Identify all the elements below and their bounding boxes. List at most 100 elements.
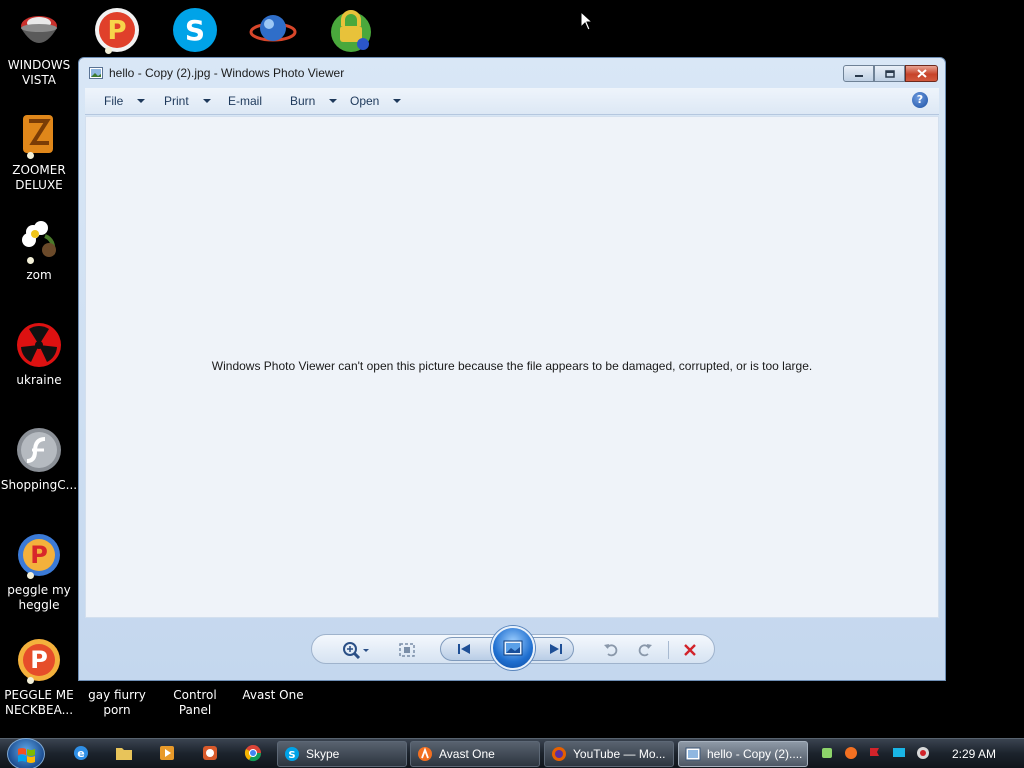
- menu-file-label: File: [104, 94, 124, 108]
- desktop-icon-label: zom: [26, 268, 52, 282]
- overlay-dot: [27, 677, 34, 684]
- next-button[interactable]: [547, 640, 565, 658]
- chevron-down-icon: [329, 99, 338, 103]
- taskbar-button-avast[interactable]: Avast One: [410, 741, 540, 767]
- title-bar[interactable]: hello - Copy (2).jpg - Windows Photo Vie…: [79, 58, 945, 88]
- desktop-icon-peggle-me-neckbea[interactable]: P PEGGLE ME NECKBEA...: [0, 636, 78, 718]
- svg-text:P: P: [30, 646, 48, 674]
- radiation-icon: [15, 321, 63, 369]
- zoomer-icon: [15, 111, 63, 159]
- svg-text:P: P: [107, 16, 126, 46]
- windows-logo-icon: [18, 748, 35, 763]
- volume-icon[interactable]: [916, 746, 930, 760]
- svg-text:P: P: [30, 541, 48, 569]
- svg-text:e: e: [77, 747, 84, 760]
- menu-bar: File Print E-mail Burn Open ?: [85, 88, 939, 115]
- chevron-down-icon: [202, 99, 211, 103]
- skype-icon: S: [171, 6, 219, 54]
- clock[interactable]: 2:29 AM: [952, 747, 996, 761]
- menu-email-label: E-mail: [228, 94, 263, 108]
- previous-icon: [458, 644, 470, 654]
- desktop-icon-shoppingc[interactable]: ShoppingC...: [0, 426, 78, 493]
- desktop-icon-label: PEGGLE ME NECKBEA...: [4, 688, 74, 717]
- overlay-dot: [27, 257, 34, 264]
- firefox-icon: [552, 747, 566, 761]
- menu-open-label: Open: [350, 94, 380, 108]
- rotate-right-icon: [638, 644, 652, 657]
- overlay-dot: [27, 152, 34, 159]
- delete-button[interactable]: [681, 641, 699, 659]
- desktop-icon-lock[interactable]: [312, 6, 390, 58]
- peggle-icon: P: [93, 6, 141, 54]
- menu-file[interactable]: File: [104, 94, 146, 108]
- minimize-icon: [854, 74, 863, 77]
- taskbar-button-label: hello - Copy (2)....: [707, 747, 803, 761]
- avast-tray-icon[interactable]: [844, 746, 858, 760]
- taskbar-button-youtube[interactable]: YouTube — Mo...: [544, 741, 674, 767]
- error-message: Windows Photo Viewer can't open this pic…: [211, 359, 813, 373]
- flag-icon[interactable]: [868, 746, 882, 760]
- app-icon[interactable]: [201, 744, 219, 762]
- menu-email[interactable]: E-mail: [228, 94, 262, 108]
- menu-print[interactable]: Print: [164, 94, 211, 108]
- desktop-icon-skype[interactable]: S: [156, 6, 234, 58]
- delete-icon: [684, 644, 696, 656]
- desktop-icon-label: Control Panel: [173, 688, 217, 717]
- media-player-icon[interactable]: [158, 744, 176, 762]
- desktop-icon-ukraine[interactable]: ukraine: [0, 321, 78, 388]
- desktop-icon-zoomer-deluxe[interactable]: ZOOMER DELUXE: [0, 111, 78, 193]
- tray-app-icon[interactable]: [820, 746, 834, 760]
- taskbar-button-skype[interactable]: S Skype: [277, 741, 407, 767]
- close-icon: [916, 69, 927, 78]
- zoom-icon: [343, 642, 369, 659]
- actual-size-icon: [399, 643, 415, 657]
- window-title: hello - Copy (2).jpg - Windows Photo Vie…: [109, 66, 345, 80]
- desktop-icon-peggle-my-heggle[interactable]: P peggle my heggle: [0, 531, 78, 613]
- taskbar-button-label: Skype: [306, 747, 340, 761]
- minimize-button[interactable]: [843, 65, 874, 82]
- lock-icon: [327, 6, 375, 54]
- chevron-down-icon: [393, 99, 402, 103]
- chevron-down-icon: [137, 99, 146, 103]
- mouse-cursor-icon: [580, 11, 594, 31]
- slideshow-button[interactable]: [491, 626, 535, 670]
- desktop-icon-label: gay fiurry porn: [88, 688, 146, 717]
- menu-burn-label: Burn: [290, 94, 316, 108]
- taskbar-button-photo-viewer[interactable]: hello - Copy (2)....: [678, 741, 808, 767]
- display-icon[interactable]: [892, 746, 906, 760]
- rotate-left-icon: [604, 644, 618, 657]
- system-tray: 2:29 AM: [812, 739, 1024, 768]
- rotate-clockwise-button[interactable]: [636, 641, 654, 659]
- desktop-icon-peggle[interactable]: P: [78, 6, 156, 58]
- globe-icon: [249, 6, 297, 54]
- chrome-icon[interactable]: [244, 744, 262, 762]
- window-controls: [843, 65, 938, 82]
- actual-size-button[interactable]: [398, 641, 416, 659]
- zoom-button[interactable]: [338, 641, 372, 659]
- rotate-counterclockwise-button[interactable]: [602, 641, 620, 659]
- internet-explorer-icon[interactable]: e: [72, 744, 90, 762]
- peggle-icon: P: [15, 531, 63, 579]
- close-button[interactable]: [905, 65, 938, 82]
- desktop-icon-globe[interactable]: [234, 6, 312, 58]
- peggle-icon: P: [15, 636, 63, 684]
- menu-burn[interactable]: Burn: [290, 94, 338, 108]
- desktop-icon-windows-vista[interactable]: WINDOWS VISTA: [0, 6, 78, 88]
- desktop-icon-label: ShoppingC...: [0, 478, 78, 492]
- playback-controls: [311, 626, 715, 670]
- cauldron-icon: [15, 6, 63, 54]
- photo-viewer-window: hello - Copy (2).jpg - Windows Photo Vie…: [78, 57, 946, 681]
- taskbar-button-label: Avast One: [439, 747, 495, 761]
- taskbar-button-label: YouTube — Mo...: [573, 747, 666, 761]
- desktop-icon-label: Avast One: [242, 688, 304, 702]
- desktop-icon-label: ukraine: [16, 373, 62, 387]
- next-icon: [550, 644, 562, 654]
- help-icon[interactable]: ?: [912, 92, 928, 108]
- previous-button[interactable]: [455, 640, 473, 658]
- folder-icon[interactable]: [115, 744, 133, 762]
- maximize-button[interactable]: [874, 65, 905, 82]
- menu-open[interactable]: Open: [350, 94, 402, 108]
- desktop-icon-zom[interactable]: zom: [0, 216, 78, 283]
- desktop-icon-label: WINDOWS VISTA: [7, 58, 71, 87]
- start-button[interactable]: [7, 738, 45, 768]
